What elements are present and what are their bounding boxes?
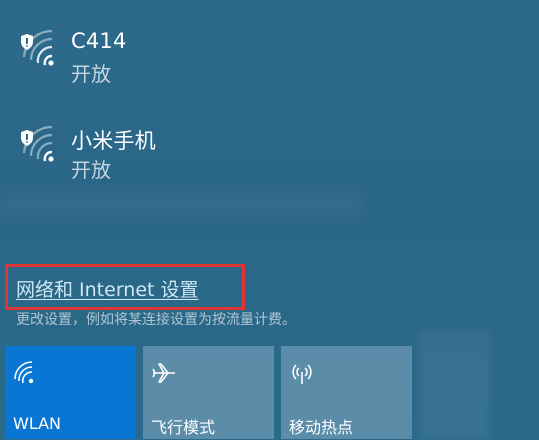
wifi-icon xyxy=(14,361,34,384)
network-name: C414 xyxy=(71,29,127,53)
network-item-c414[interactable]: C414 开放 xyxy=(0,25,539,105)
network-item-xiaomi[interactable]: 小米手机 开放 xyxy=(0,121,539,201)
tile-label: 移动热点 xyxy=(289,418,354,437)
wifi-secured-icon xyxy=(21,29,54,66)
airplane-mode-tile[interactable]: 飞行模式 xyxy=(143,346,274,439)
highlight-box xyxy=(5,264,245,310)
settings-description: 更改设置，例如将某连接设置为按流量计费。 xyxy=(16,312,296,328)
wifi-secured-icon xyxy=(21,125,54,162)
network-status: 开放 xyxy=(71,158,111,182)
tile-label: WLAN xyxy=(13,414,62,433)
blur-texture xyxy=(420,330,490,440)
wlan-toggle-tile[interactable]: WLAN xyxy=(5,346,136,439)
hotspot-icon xyxy=(292,364,312,384)
airplane-icon xyxy=(152,363,175,383)
tile-label: 飞行模式 xyxy=(151,418,216,437)
network-status: 开放 xyxy=(71,62,111,86)
mobile-hotspot-tile[interactable]: 移动热点 xyxy=(281,346,412,439)
network-flyout: C414 开放 小米手机 开放 网络和 Internet 设置 更改设置，例如将… xyxy=(0,0,539,440)
network-name: 小米手机 xyxy=(71,129,156,153)
